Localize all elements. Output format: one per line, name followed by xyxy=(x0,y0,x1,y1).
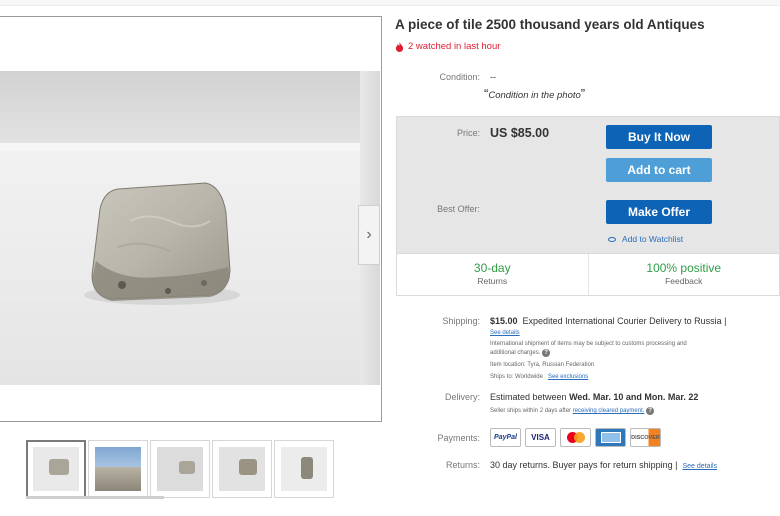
watch-count-text: 2 watched in last hour xyxy=(408,41,501,52)
help-icon[interactable]: ? xyxy=(646,407,655,415)
see-exclusions-link[interactable]: See exclusions xyxy=(548,374,588,380)
watch-count: 2 watched in last hour xyxy=(395,41,500,52)
shipping-note-line2: additional charges. xyxy=(490,349,541,356)
buy-it-now-button[interactable]: Buy It Now xyxy=(606,125,712,149)
thumbnail-image xyxy=(219,447,265,491)
delivery-label: Delivery: xyxy=(444,392,480,402)
thumbnail-2[interactable] xyxy=(88,440,148,498)
returns-info: 30 day returns. Buyer pays for return sh… xyxy=(490,460,717,470)
add-to-watchlist-text: Add to Watchlist xyxy=(622,234,684,244)
thumbnail-strip xyxy=(26,440,336,498)
item-location: Item location: Tyra, Russian Federation xyxy=(490,362,595,368)
eye-icon xyxy=(608,236,616,242)
add-to-watchlist-link[interactable]: Add to Watchlist xyxy=(608,234,683,244)
returns-see-details-link[interactable]: See details xyxy=(682,463,717,470)
thumbnail-image xyxy=(33,447,79,491)
fire-icon xyxy=(395,41,404,52)
feedback-stat-value: 100% positive xyxy=(646,261,722,275)
shipping-note-line1: International shipment of items may be s… xyxy=(490,341,687,347)
amex-logo xyxy=(595,428,626,447)
shipping-cost: $15.00 xyxy=(490,316,518,326)
condition-label: Condition: xyxy=(439,72,480,82)
payment-methods: PayPal VISA DISCOVER xyxy=(490,428,661,447)
thumbnail-scrollbar[interactable] xyxy=(26,496,164,499)
tile-stone-image xyxy=(84,182,240,305)
delivery-estimated-text: Estimated between xyxy=(490,392,567,402)
feedback-stat: 100% positive Feedback xyxy=(587,254,780,295)
listing-title: A piece of tile 2500 thousand years old … xyxy=(395,17,705,32)
delivery-estimate: Estimated between Wed. Mar. 10 and Mon. … xyxy=(490,392,698,402)
add-to-cart-button[interactable]: Add to cart xyxy=(606,158,712,182)
price-value: US $85.00 xyxy=(490,126,550,140)
help-icon[interactable]: ? xyxy=(542,348,551,357)
ships-to-text: Ships to: Worldwide xyxy=(490,374,543,380)
best-offer-label: Best Offer: xyxy=(437,204,480,214)
feedback-stat-label: Feedback xyxy=(665,276,703,286)
shipping-info: $15.00 Expedited International Courier D… xyxy=(490,316,726,326)
shipping-label: Shipping: xyxy=(442,316,480,326)
delivery-dates: Wed. Mar. 10 and Mon. Mar. 22 xyxy=(569,392,699,402)
thumbnail-3[interactable] xyxy=(150,440,210,498)
price-label: Price: xyxy=(456,128,480,138)
returns-text: 30 day returns. Buyer pays for return sh… xyxy=(490,460,678,470)
delivery-note: Seller ships within 2 days after receivi… xyxy=(490,407,655,416)
cleared-payment-link[interactable]: receiving cleared payment. xyxy=(573,408,645,414)
shipping-see-details-link[interactable]: See details xyxy=(490,330,520,336)
returns-stat: 30-day Returns xyxy=(397,254,588,295)
payments-label: Payments: xyxy=(437,433,480,443)
shipping-note: International shipment of items may be s… xyxy=(490,341,770,357)
next-image-button[interactable]: › xyxy=(358,205,380,265)
condition-value: -- xyxy=(490,72,496,82)
main-image-viewer[interactable]: › xyxy=(0,16,382,422)
thumbnail-4[interactable] xyxy=(212,440,272,498)
condition-note-text: Condition in the photo xyxy=(488,90,581,101)
shipping-details-link-row: See details xyxy=(490,330,520,338)
thumbnail-1[interactable] xyxy=(26,440,86,498)
thumbnail-5[interactable] xyxy=(274,440,334,498)
thumbnail-image xyxy=(157,447,203,491)
make-offer-button[interactable]: Make Offer xyxy=(606,200,712,224)
top-bar xyxy=(0,0,780,6)
returns-stat-label: Returns xyxy=(477,276,508,286)
condition-note: “Condition in the photo” xyxy=(484,86,586,101)
discover-logo: DISCOVER xyxy=(630,428,661,447)
ships-to: Ships to: Worldwide See exclusions xyxy=(490,374,588,382)
paypal-logo: PayPal xyxy=(490,428,521,447)
returns-stat-value: 30-day xyxy=(473,261,511,275)
returns-label: Returns: xyxy=(445,460,480,470)
main-product-photo xyxy=(0,71,380,385)
mastercard-logo xyxy=(560,428,591,447)
visa-logo: VISA xyxy=(525,428,556,447)
delivery-note-text: Seller ships within 2 days after xyxy=(490,408,572,414)
thumbnail-image xyxy=(95,447,141,491)
thumbnail-image xyxy=(281,447,327,491)
seller-stats: 30-day Returns 100% positive Feedback xyxy=(396,254,780,296)
shipping-method: Expedited International Courier Delivery… xyxy=(522,316,727,326)
